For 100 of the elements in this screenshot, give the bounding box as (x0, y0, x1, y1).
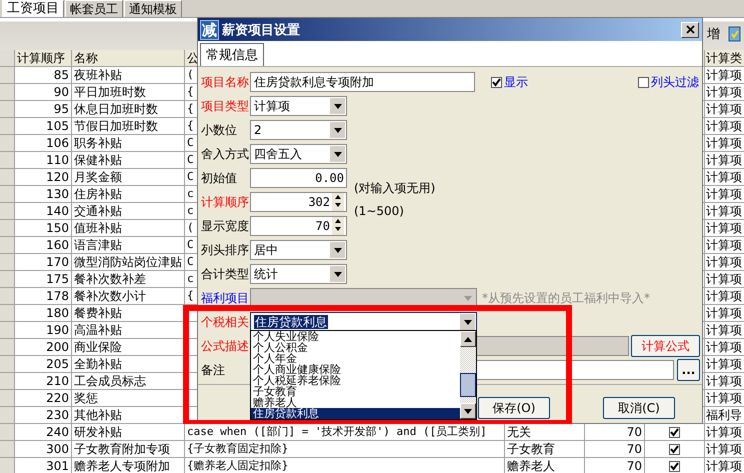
table-cell: 178 (15, 288, 72, 304)
table-cell: 220 (15, 390, 72, 406)
table-cell: 无关 (507, 425, 531, 439)
window-title: 薪资项目设置 (222, 22, 301, 38)
table-cell-text: 计算项 (705, 135, 743, 151)
table-cell-text: 计算项 (705, 186, 743, 202)
table-cell: { (187, 289, 194, 302)
table-cell-text: 计算项 (705, 322, 743, 338)
table-cell: 子女教育附加专项 (72, 441, 185, 457)
table-cell-text: 计算项 (705, 254, 743, 270)
table-cell-text: 计算项 (705, 373, 743, 389)
table-cell: { (187, 102, 194, 115)
hint-text: (对输入项无用) (354, 180, 436, 197)
table-cell: 餐补次数小计 (72, 288, 185, 304)
table-cell-text: 计算项 (705, 203, 743, 219)
table-cell: {子女教育固定扣除} (187, 442, 288, 455)
table-cell: 全勤补贴 (72, 356, 185, 372)
table-cell: 301 (15, 458, 72, 473)
table-cell: 190 (15, 322, 72, 338)
field-label: 显示宽度 (201, 218, 249, 234)
column-header: 计算顺序 (15, 50, 72, 66)
table-cell: 170 (15, 254, 72, 270)
table-cell-text: 计算项 (705, 152, 743, 168)
table-cell: C (187, 255, 194, 268)
table-cell: 奖惩 (72, 390, 185, 406)
table-cell: 餐补次数补差 (72, 271, 185, 287)
table-cell: 商业保险 (72, 339, 185, 355)
table-cell: 230 (15, 407, 72, 423)
table-cell-text: 计算项 (705, 441, 743, 457)
field-label: 列头排序 (201, 242, 249, 258)
table-cell: case when ([部门] = '技术开发部') and ([员工类别] (187, 425, 487, 438)
table-cell: 210 (15, 373, 72, 389)
table-cell: 节假日加班时数 (72, 118, 185, 134)
table-cell-text: 计算项 (705, 169, 743, 185)
hint-text: *从预先设置的员工福利中导入* (482, 290, 650, 306)
table-cell: 职务补贴 (72, 135, 185, 151)
table-cell: C (187, 238, 194, 251)
table-cell: C (187, 170, 194, 183)
field-label: 备注 (201, 362, 226, 378)
table-cell: 200 (15, 339, 72, 355)
field-label: 项目名称 (201, 74, 249, 90)
table-cell: 月奖金额 (72, 169, 185, 185)
table-cell: 保健补贴 (72, 152, 185, 168)
table-cell: 值班补贴 (72, 220, 185, 236)
table-cell: 150 (15, 220, 72, 236)
table-cell-text: 计算项 (705, 305, 743, 321)
table-cell: 子女教育 (507, 442, 555, 456)
app-logo: 减 (200, 20, 219, 40)
table-cell: 85 (15, 67, 72, 83)
table-cell: 研发补贴 (72, 424, 185, 440)
table-cell: 赡养老人专项附加 (72, 458, 185, 473)
table-cell: 住房补贴 (72, 186, 185, 202)
table-cell: { (187, 85, 194, 98)
table-cell-text: 计算项 (705, 118, 743, 134)
table-cell: 175 (15, 271, 72, 287)
table-cell: 70 (626, 442, 642, 456)
field-label: 项目类型 (201, 98, 249, 114)
table-cell: {赡养老人固定扣除} (187, 459, 288, 472)
table-cell: c (187, 204, 194, 217)
table-cell: c (187, 272, 194, 285)
table-cell: 交通补贴 (72, 203, 185, 219)
table-cell: 工会成员标志 (72, 373, 185, 389)
table-cell-text: 计算项 (705, 84, 743, 100)
table-cell: 微型消防站岗位津贴 (72, 254, 185, 270)
table-cell-text: 计算项 (705, 390, 743, 406)
table-cell: 130 (15, 186, 72, 202)
table-cell: C (187, 153, 194, 166)
table-cell: ( (187, 68, 194, 81)
table-cell: 160 (15, 237, 72, 253)
table-cell-text: 计算项 (705, 356, 743, 372)
table-cell: 95 (15, 101, 72, 117)
table-cell-text: 计算项 (705, 339, 743, 355)
table-cell: 180 (15, 305, 72, 321)
table-cell-text: 计算项 (705, 458, 743, 473)
field-label: 个税相关 (201, 314, 249, 330)
table-cell: 平日加班时数 (72, 84, 185, 100)
table-cell: c (187, 187, 194, 200)
table-cell: 赡养老人 (507, 459, 555, 473)
table-cell: 餐费补贴 (72, 305, 185, 321)
field-label: 计算顺序 (201, 194, 249, 210)
table-cell: 120 (15, 169, 72, 185)
field-label: 小数位 (201, 122, 238, 138)
table-cell: 语言津贴 (72, 237, 185, 253)
table-cell-text: 福利导 (705, 407, 743, 423)
table-cell-text: 计算项 (705, 101, 743, 117)
field-label: 公式描述 (201, 338, 249, 354)
table-cell: 205 (15, 356, 72, 372)
table-cell-text: 计算项 (705, 220, 743, 236)
table-cell: 高温补贴 (72, 322, 185, 338)
hint-text: (1~500) (354, 204, 404, 218)
table-cell: 休息日加班时数 (72, 101, 185, 117)
table-cell: ( (187, 221, 194, 234)
field-label: 舍入方式 (201, 146, 249, 162)
column-header: 名称 (72, 50, 185, 66)
table-cell: 105 (15, 118, 72, 134)
table-cell-text: 计算项 (705, 237, 743, 253)
table-cell: 90 (15, 84, 72, 100)
field-label: 福利项目 (201, 290, 249, 306)
table-cell-text: 计算项 (705, 288, 743, 304)
table-cell: 106 (15, 135, 72, 151)
